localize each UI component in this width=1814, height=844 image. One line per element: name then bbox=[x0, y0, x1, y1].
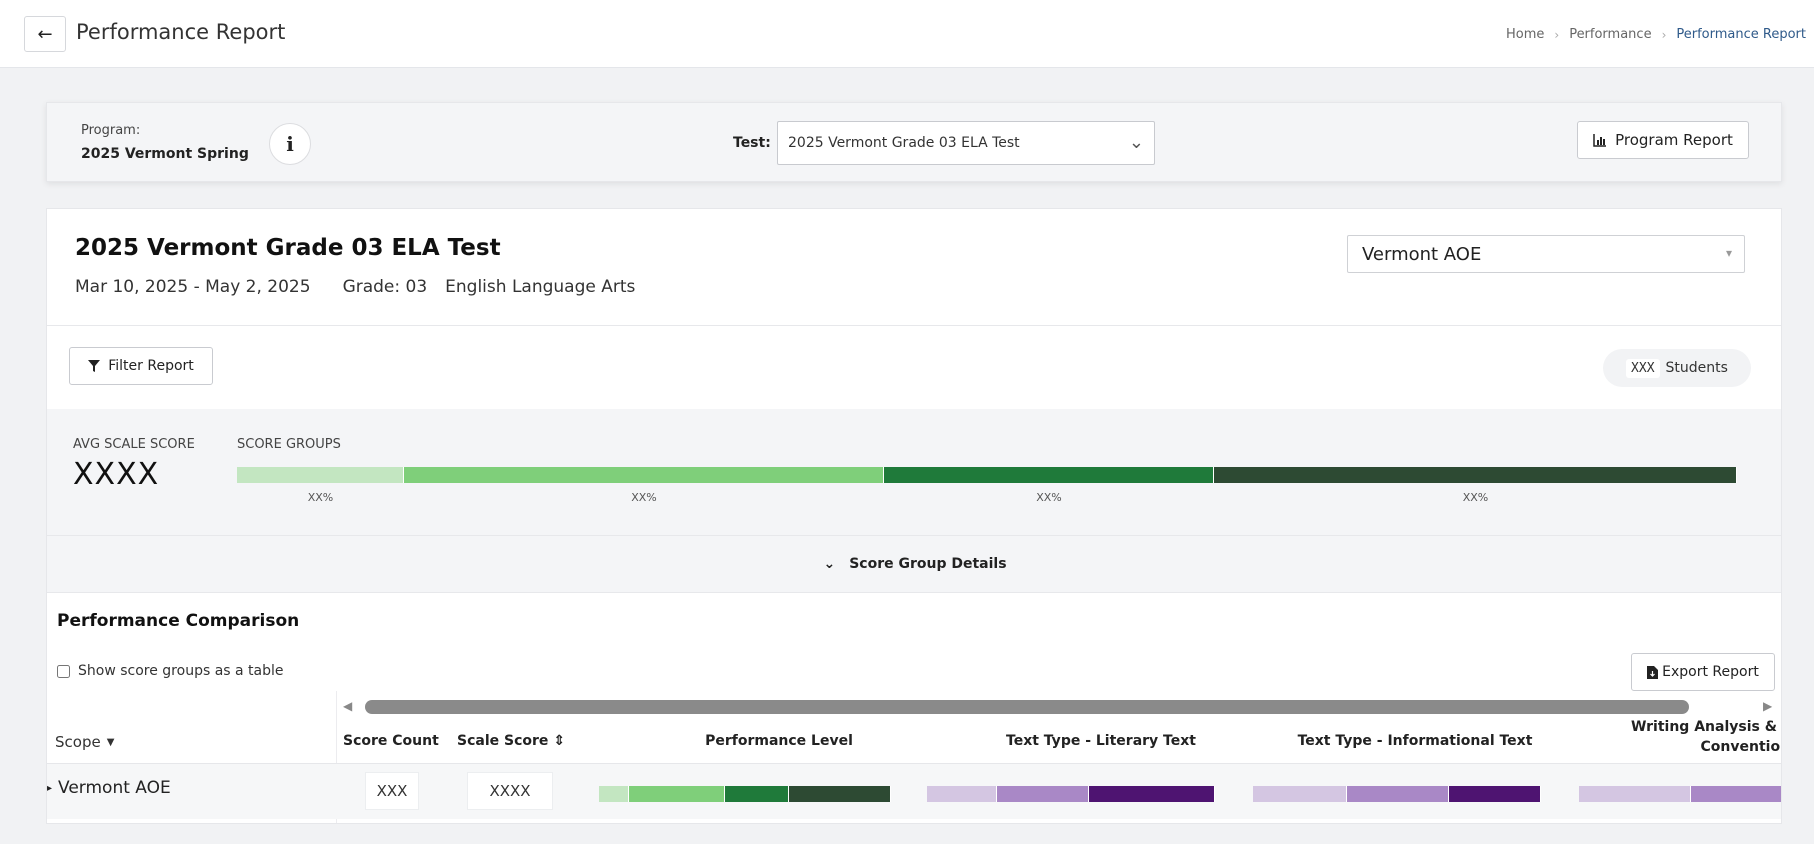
export-label: Export Report bbox=[1662, 664, 1759, 680]
org-select-value: Vermont AOE bbox=[1362, 243, 1482, 265]
score-group-segment bbox=[1214, 467, 1737, 483]
program-value: 2025 Vermont Spring bbox=[81, 146, 249, 162]
scope-cell[interactable]: ▸ Vermont AOE bbox=[47, 778, 171, 798]
program-bar: Program: 2025 Vermont Spring i Test: 202… bbox=[46, 102, 1782, 182]
score-groups-percentages: XX% XX% XX% XX% bbox=[237, 491, 1737, 505]
scope-value: Vermont AOE bbox=[58, 778, 171, 798]
informational-text-header: Text Type - Informational Text bbox=[1297, 733, 1533, 749]
chevron-right-icon: › bbox=[1554, 27, 1560, 42]
bar-segment bbox=[1691, 786, 1781, 802]
score-group-segment bbox=[237, 467, 404, 483]
export-report-button[interactable]: Export Report bbox=[1631, 653, 1775, 691]
show-table-checkbox[interactable] bbox=[57, 664, 70, 678]
bar-segment bbox=[927, 786, 997, 802]
scale-score-cell: XXXX bbox=[467, 772, 553, 810]
writing-analysis-bar bbox=[1579, 786, 1781, 802]
show-table-toggle[interactable]: Show score groups as a table bbox=[57, 663, 284, 679]
divider bbox=[47, 325, 1781, 326]
bar-segment bbox=[1253, 786, 1347, 802]
breadcrumb: Home › Performance › Performance Report bbox=[1506, 27, 1814, 42]
score-groups-label: SCORE GROUPS bbox=[237, 437, 341, 452]
report-meta: Mar 10, 2025 - May 2, 2025 Grade: 03 Eng… bbox=[75, 277, 635, 297]
test-label: Test: bbox=[733, 135, 771, 151]
table-row[interactable]: ▸ Vermont AOE XXX XXXX bbox=[47, 763, 1781, 819]
score-groups-bar bbox=[237, 467, 1737, 483]
performance-comparison-title: Performance Comparison bbox=[57, 611, 300, 631]
writing-header-line1: Writing Analysis & I bbox=[1630, 719, 1782, 735]
bar-segment bbox=[1347, 786, 1449, 802]
writing-analysis-header: Writing Analysis & I Conventior bbox=[1577, 717, 1782, 757]
horizontal-scrollbar[interactable] bbox=[365, 700, 1689, 714]
scope-header-label: Scope bbox=[55, 733, 101, 751]
test-select-value: 2025 Vermont Grade 03 ELA Test bbox=[788, 135, 1020, 151]
top-bar: ← Performance Report Home › Performance … bbox=[0, 0, 1814, 68]
score-count-cell: XXX bbox=[365, 772, 419, 810]
breadcrumb-performance[interactable]: Performance bbox=[1569, 27, 1651, 42]
score-group-details-toggle[interactable]: ⌄ Score Group Details bbox=[47, 535, 1781, 593]
avg-scale-score-label: AVG SCALE SCORE bbox=[73, 437, 195, 452]
program-report-label: Program Report bbox=[1615, 131, 1733, 149]
back-button[interactable]: ← bbox=[24, 16, 66, 52]
informational-text-bar bbox=[1253, 786, 1541, 802]
score-group-pct: XX% bbox=[631, 491, 657, 504]
expand-row-icon[interactable]: ▸ bbox=[47, 783, 52, 794]
score-group-segment bbox=[884, 467, 1214, 483]
bar-segment bbox=[725, 786, 789, 802]
chevron-right-icon: › bbox=[1661, 27, 1667, 42]
literary-text-bar bbox=[927, 786, 1215, 802]
performance-level-header: Performance Level bbox=[705, 733, 853, 749]
date-range: Mar 10, 2025 - May 2, 2025 bbox=[75, 277, 311, 297]
literary-text-header: Text Type - Literary Text bbox=[1006, 733, 1196, 749]
bar-segment bbox=[1089, 786, 1215, 802]
score-summary: AVG SCALE SCORE XXXX SCORE GROUPS XX% XX… bbox=[47, 409, 1781, 535]
score-group-segment bbox=[404, 467, 884, 483]
org-select[interactable]: Vermont AOE ▾ bbox=[1347, 235, 1745, 273]
writing-header-line2: Conventior bbox=[1700, 739, 1782, 755]
performance-level-bar bbox=[599, 786, 891, 802]
breadcrumb-home[interactable]: Home bbox=[1506, 27, 1544, 42]
students-count-badge: XXX Students bbox=[1603, 349, 1751, 387]
students-label: Students bbox=[1665, 360, 1728, 376]
students-count: XXX bbox=[1626, 358, 1660, 378]
caret-down-icon: ▾ bbox=[1725, 246, 1732, 260]
score-group-pct: XX% bbox=[307, 491, 334, 504]
report-card: 2025 Vermont Grade 03 ELA Test Mar 10, 2… bbox=[46, 208, 1782, 824]
program-report-button[interactable]: Program Report bbox=[1577, 121, 1749, 159]
bar-chart-icon bbox=[1593, 134, 1607, 147]
breadcrumb-current: Performance Report bbox=[1676, 27, 1806, 42]
chevron-down-icon: ⌄ bbox=[1128, 132, 1144, 153]
filter-report-button[interactable]: Filter Report bbox=[69, 347, 213, 385]
bar-segment bbox=[1449, 786, 1541, 802]
sort-icon: ⇕ bbox=[553, 733, 566, 749]
score-group-pct: XX% bbox=[1462, 491, 1489, 504]
filter-icon bbox=[88, 360, 101, 372]
report-title: 2025 Vermont Grade 03 ELA Test bbox=[75, 235, 501, 261]
scroll-left-icon[interactable]: ◀ bbox=[343, 699, 352, 713]
bar-segment bbox=[997, 786, 1089, 802]
file-export-icon bbox=[1647, 665, 1659, 679]
avg-scale-score-value: XXXX bbox=[73, 457, 160, 492]
caret-down-icon: ▼ bbox=[106, 736, 115, 748]
program-label: Program: bbox=[81, 123, 141, 138]
subject: English Language Arts bbox=[445, 277, 636, 297]
bar-segment bbox=[629, 786, 725, 802]
score-group-details-label: Score Group Details bbox=[849, 556, 1007, 572]
bar-segment bbox=[599, 786, 629, 802]
scale-score-header[interactable]: Scale Score ⇕ bbox=[457, 733, 565, 749]
scale-score-header-label: Scale Score bbox=[457, 733, 549, 749]
show-table-label: Show score groups as a table bbox=[78, 663, 284, 679]
bar-segment bbox=[789, 786, 891, 802]
filter-label: Filter Report bbox=[108, 358, 194, 374]
scroll-right-icon[interactable]: ▶ bbox=[1763, 699, 1772, 713]
grade: Grade: 03 bbox=[342, 277, 428, 297]
scope-header[interactable]: Scope ▼ bbox=[55, 733, 114, 751]
score-count-header: Score Count bbox=[343, 733, 439, 749]
arrow-left-icon: ← bbox=[37, 23, 53, 45]
score-group-pct: XX% bbox=[1036, 491, 1062, 504]
info-icon[interactable]: i bbox=[269, 123, 311, 165]
chevron-down-icon: ⌄ bbox=[823, 556, 836, 572]
bar-segment bbox=[1579, 786, 1691, 802]
test-select[interactable]: 2025 Vermont Grade 03 ELA Test ⌄ bbox=[777, 121, 1155, 165]
page-title: Performance Report bbox=[76, 20, 286, 44]
